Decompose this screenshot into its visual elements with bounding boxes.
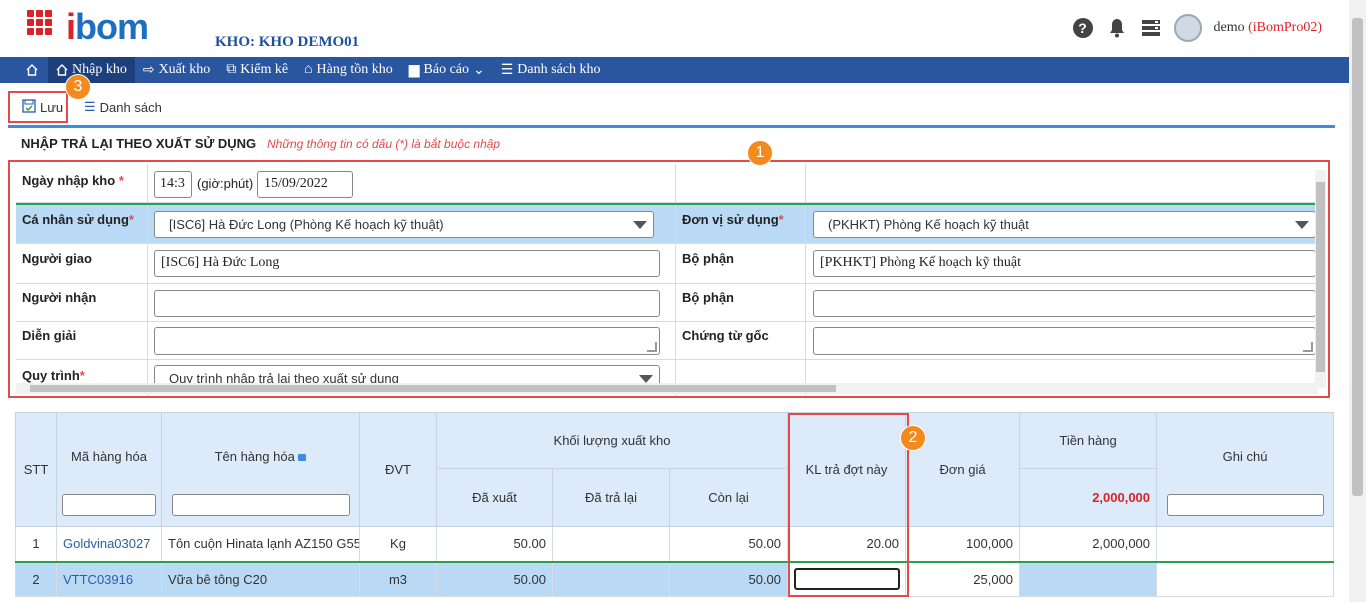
total-amount: 2,000,000 bbox=[1019, 468, 1158, 527]
expand-icon bbox=[298, 454, 307, 461]
toolbar: Lưu ☰ Danh sách bbox=[0, 91, 1349, 125]
col-note: Ghi chú bbox=[1156, 412, 1335, 527]
table-row[interactable]: 2 VTTC03916 Vữa bê tông C20 m3 50.00 50.… bbox=[15, 560, 1335, 597]
nav-danh-sach-kho[interactable]: ☰ Danh sách kho bbox=[493, 57, 609, 83]
nav-xuat-kho[interactable]: ⇨ Xuất kho bbox=[135, 57, 218, 83]
step-badge-3: 3 bbox=[65, 74, 91, 100]
dept2-label: Bộ phận bbox=[682, 290, 734, 305]
dept-input[interactable]: [PKHKT] Phòng Kế hoạch kỹ thuật bbox=[813, 250, 1316, 277]
time-hint: (giờ:phút) bbox=[197, 176, 254, 191]
dropdown-caret-icon bbox=[633, 221, 647, 229]
doc-label: Chứng từ gốc bbox=[682, 328, 769, 343]
dropdown-caret-icon bbox=[639, 375, 653, 383]
unit-select[interactable]: (PKHKT) Phòng Kế hoạch kỹ thuật bbox=[813, 211, 1316, 238]
form-horizontal-scrollbar[interactable] bbox=[16, 383, 1318, 394]
list-icon: ☰ bbox=[84, 99, 96, 114]
row-person: Cá nhân sử dụng* [ISC6] Hà Đức Long (Phò… bbox=[16, 203, 1318, 246]
doc-textarea[interactable] bbox=[813, 327, 1316, 355]
apps-grid-icon[interactable] bbox=[27, 10, 54, 35]
col-amount: Tiền hàng bbox=[1019, 412, 1158, 469]
row-deliverer: Người giao [ISC6] Hà Đức Long Bộ phận [P… bbox=[16, 244, 1318, 284]
col-remaining: Còn lại bbox=[668, 468, 789, 527]
export-icon: ⇨ bbox=[142, 62, 155, 78]
save-button[interactable]: Lưu bbox=[8, 91, 68, 123]
desc-label: Diễn giải bbox=[22, 328, 77, 343]
nav-bao-cao[interactable]: ▆ Báo cáo ⌄ bbox=[401, 57, 493, 83]
note-filter-input[interactable] bbox=[1166, 494, 1324, 516]
return-now-edit-cell[interactable] bbox=[787, 560, 907, 597]
col-issued: Đã xuất bbox=[436, 468, 553, 527]
help-icon[interactable]: ? bbox=[1072, 17, 1094, 39]
row-receiver: Người nhận Bộ phận bbox=[16, 284, 1318, 322]
col-name: Tên hàng hóa bbox=[161, 412, 360, 527]
form-title: NHẬP TRẢ LẠI THEO XUẤT SỬ DỤNG bbox=[21, 136, 257, 151]
col-return-now: KL trả đợt này bbox=[787, 412, 907, 527]
save-icon bbox=[22, 98, 36, 116]
main-nav: Nhập kho ⇨ Xuất kho ⧉ Kiểm kê ⌂ Hàng tồn… bbox=[0, 57, 1349, 83]
row-desc: Diễn giải Chứng từ gốc bbox=[16, 322, 1318, 360]
receiver-input[interactable] bbox=[154, 290, 660, 317]
home-icon[interactable] bbox=[0, 57, 48, 83]
table-row[interactable]: 1 Goldvina03027 Tôn cuộn Hinata lạnh AZ1… bbox=[15, 526, 1335, 562]
user-info[interactable]: demo (iBomPro02) bbox=[1214, 20, 1323, 36]
items-grid: STT Mã hàng hóa Tên hàng hóa ĐVT Khối lư… bbox=[15, 412, 1335, 602]
list-icon: ☰ bbox=[500, 62, 514, 78]
col-unit: ĐVT bbox=[359, 412, 437, 527]
avatar[interactable] bbox=[1173, 14, 1202, 42]
nav-kiem-ke[interactable]: ⧉ Kiểm kê bbox=[218, 57, 296, 83]
deliverer-label: Người giao bbox=[22, 251, 92, 266]
ibom-logo[interactable]: ibom bbox=[66, 6, 149, 48]
copy-icon: ⧉ bbox=[226, 62, 237, 77]
dept2-input[interactable] bbox=[813, 290, 1316, 317]
receiver-label: Người nhận bbox=[22, 290, 97, 305]
col-stt: STT bbox=[15, 412, 57, 527]
bell-icon[interactable] bbox=[1106, 17, 1128, 39]
col-code: Mã hàng hóa bbox=[56, 412, 162, 527]
row-date: Ngày nhập kho * 14:3 (giờ:phút) 15/09/20… bbox=[16, 164, 1318, 203]
unit-label: Đơn vị sử dụng* bbox=[682, 212, 784, 227]
dept-label: Bộ phận bbox=[682, 251, 734, 266]
code-filter-input[interactable] bbox=[62, 494, 156, 516]
chevron-down-icon: ⌄ bbox=[473, 62, 485, 78]
time-input[interactable]: 14:3 bbox=[154, 171, 192, 198]
monitor-icon: ▆ bbox=[408, 62, 420, 78]
home-small-icon bbox=[56, 64, 68, 76]
home-icon-small: ⌂ bbox=[304, 62, 313, 77]
warehouse-label: KHO: KHO DEMO01 bbox=[215, 34, 360, 50]
resize-grip-icon bbox=[647, 342, 657, 352]
form-vertical-scrollbar[interactable] bbox=[1315, 170, 1326, 388]
date-input[interactable]: 15/09/2022 bbox=[257, 171, 353, 198]
form-note: Những thông tin có dấu (*) là bắt buộc n… bbox=[267, 137, 501, 151]
person-label: Cá nhân sử dụng* bbox=[22, 212, 134, 227]
name-filter-input[interactable] bbox=[171, 494, 350, 516]
date-label: Ngày nhập kho * bbox=[22, 173, 124, 188]
nav-hang-ton-kho[interactable]: ⌂ Hàng tồn kho bbox=[296, 57, 401, 83]
list-button[interactable]: ☰ Danh sách bbox=[84, 91, 162, 123]
dropdown-caret-icon bbox=[1295, 221, 1309, 229]
step-badge-1: 1 bbox=[747, 140, 773, 166]
server-icon[interactable] bbox=[1140, 17, 1162, 39]
person-select[interactable]: [ISC6] Hà Đức Long (Phòng Kế hoạch kỹ th… bbox=[154, 211, 654, 238]
resize-grip-icon bbox=[1303, 342, 1313, 352]
deliverer-input[interactable]: [ISC6] Hà Đức Long bbox=[154, 250, 660, 277]
step-badge-2: 2 bbox=[900, 425, 926, 451]
form-panel: Ngày nhập kho * 14:3 (giờ:phút) 15/09/20… bbox=[8, 160, 1330, 398]
app-header: ibom KHO: KHO DEMO01 ? demo (iBomPro02) bbox=[0, 0, 1366, 57]
process-label: Quy trình* bbox=[22, 368, 85, 383]
col-group-issued: Khối lượng xuất kho bbox=[435, 412, 789, 469]
page-vertical-scrollbar[interactable] bbox=[1349, 0, 1366, 602]
nav-nhap-kho[interactable]: Nhập kho bbox=[48, 57, 135, 83]
divider bbox=[8, 125, 1335, 128]
col-returned: Đã trả lại bbox=[552, 468, 670, 527]
desc-textarea[interactable] bbox=[154, 327, 660, 355]
